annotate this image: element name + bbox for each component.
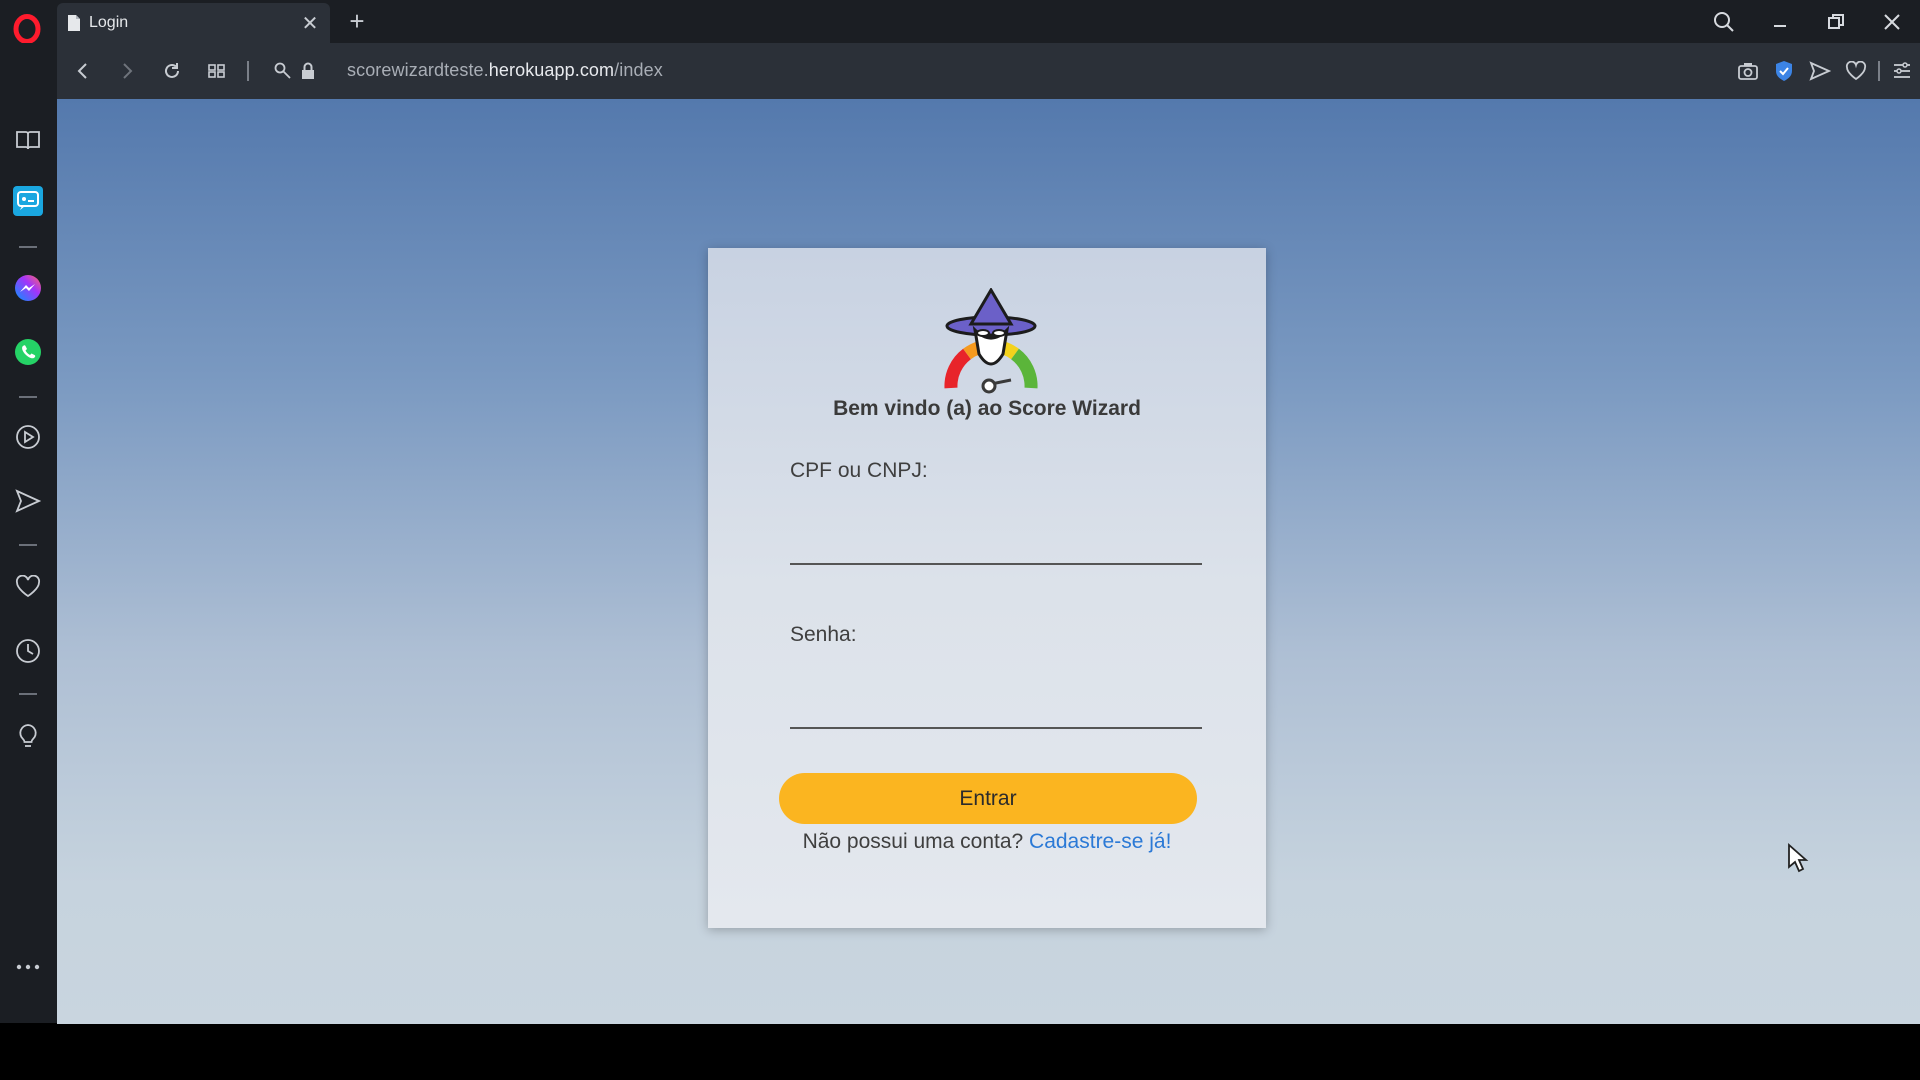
signup-prompt: Não possui uma conta? Cadastre-se já!: [708, 830, 1266, 854]
send-icon[interactable]: [1802, 53, 1838, 89]
close-icon[interactable]: [1864, 0, 1920, 43]
history-icon[interactable]: [10, 633, 46, 669]
toolbar-divider: [1874, 53, 1884, 89]
cpf-input[interactable]: [790, 527, 1202, 565]
lightbulb-icon[interactable]: [10, 719, 46, 755]
heart-icon[interactable]: [10, 569, 46, 605]
tab-title: Login: [89, 14, 129, 31]
minimize-icon[interactable]: [1752, 0, 1808, 43]
sidebar-divider: [19, 544, 37, 546]
player-icon[interactable]: [10, 419, 46, 455]
url-prefix: scorewizardteste.: [347, 60, 489, 80]
camera-icon[interactable]: [1730, 53, 1766, 89]
sidebar-divider: [19, 693, 37, 695]
mouse-cursor-icon: [1788, 843, 1809, 873]
easy-setup-icon[interactable]: [1884, 53, 1920, 89]
more-icon[interactable]: [10, 949, 46, 985]
search-icon[interactable]: [1696, 0, 1752, 43]
address-bar: scorewizardteste.herokuapp.com/index: [57, 43, 1920, 99]
messenger-icon[interactable]: [10, 183, 46, 219]
reload-icon[interactable]: [157, 56, 187, 86]
no-account-text: Não possui uma conta?: [802, 830, 1030, 853]
whatsapp-icon[interactable]: [10, 334, 46, 370]
toolbar-divider: [247, 61, 249, 81]
lock-icon[interactable]: [293, 56, 323, 86]
heart-icon[interactable]: [1838, 53, 1874, 89]
tab-bar: Login ✕ +: [0, 0, 1920, 44]
bookmarks-icon[interactable]: [10, 122, 46, 158]
url-host: herokuapp.com: [488, 60, 615, 80]
welcome-heading: Bem vindo (a) ao Score Wizard: [833, 397, 1141, 420]
vpn-shield-icon[interactable]: [1766, 53, 1802, 89]
new-tab-button[interactable]: +: [342, 6, 372, 36]
login-card: Bem vindo (a) ao Score Wizard CPF ou CNP…: [708, 248, 1266, 928]
sidebar-divider: [19, 246, 37, 248]
send-icon[interactable]: [10, 483, 46, 519]
signup-link[interactable]: Cadastre-se já!: [1029, 830, 1171, 853]
sidebar-divider: [19, 396, 37, 398]
url-field[interactable]: scorewizardteste.herokuapp.com/index: [347, 60, 663, 81]
document-icon: [68, 15, 80, 31]
facebook-messenger-icon[interactable]: [10, 271, 46, 307]
forward-arrow-icon[interactable]: [112, 56, 142, 86]
sidebar: [0, 43, 57, 1023]
login-button[interactable]: Entrar: [779, 773, 1197, 824]
restore-icon[interactable]: [1808, 0, 1864, 43]
page-content: Bem vindo (a) ao Score Wizard CPF ou CNP…: [57, 99, 1920, 1024]
password-input[interactable]: [790, 691, 1202, 729]
speed-dial-icon[interactable]: [202, 56, 232, 86]
tab-close-icon[interactable]: ✕: [298, 11, 322, 35]
password-label: Senha:: [790, 623, 857, 646]
back-arrow-icon[interactable]: [68, 56, 98, 86]
url-path: /index: [614, 60, 663, 80]
cpf-label: CPF ou CNPJ:: [790, 459, 928, 482]
browser-tab[interactable]: Login ✕: [57, 3, 330, 43]
score-wizard-logo: [944, 288, 1038, 394]
